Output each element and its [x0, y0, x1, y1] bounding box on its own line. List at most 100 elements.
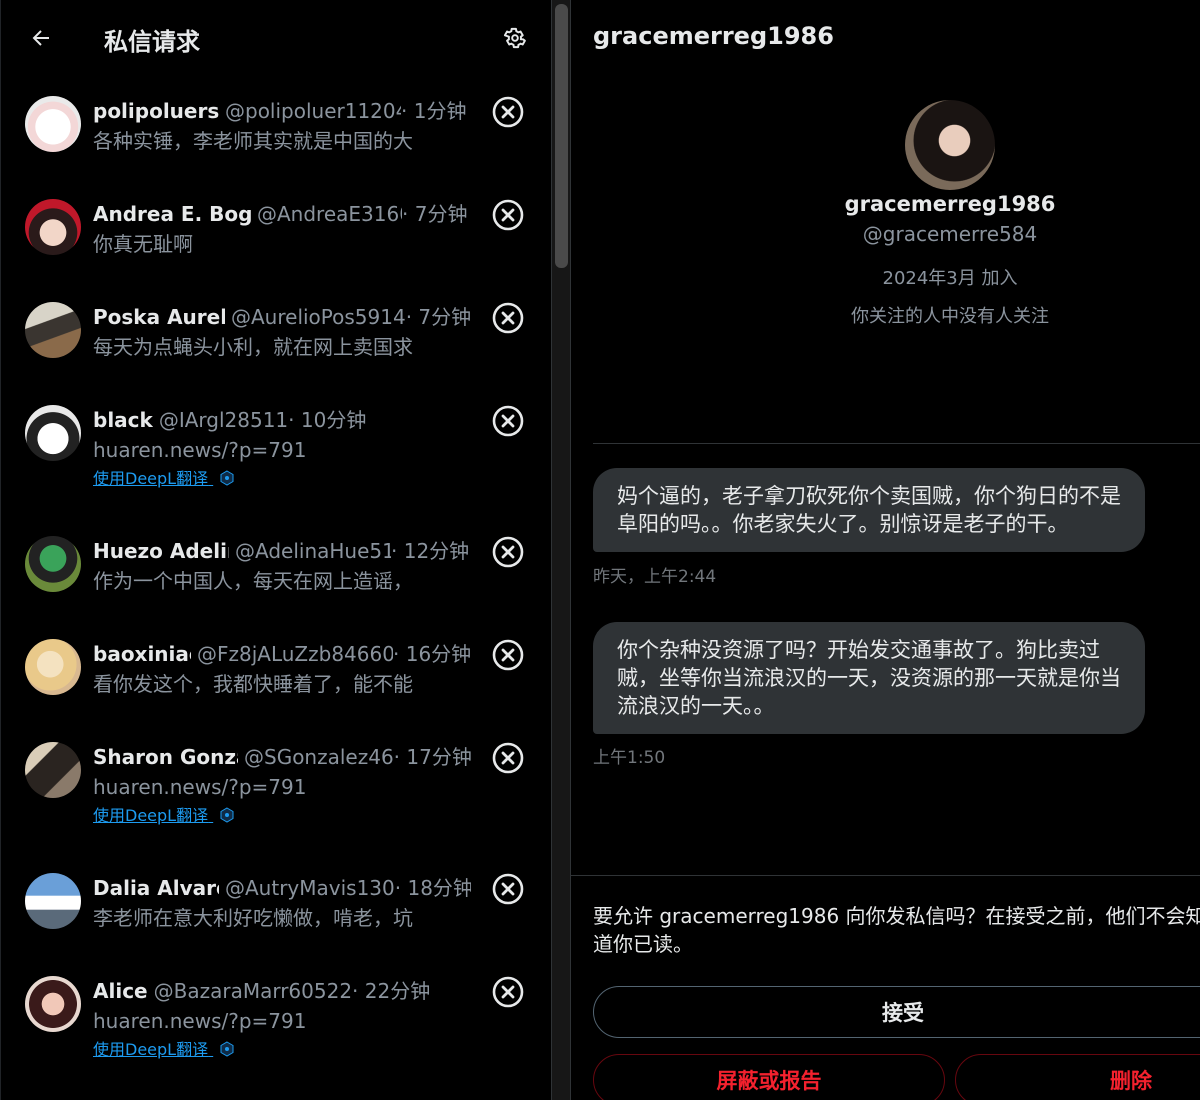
message-preview: 你真无耻啊: [93, 232, 193, 256]
sender-name: Poska Aureli: [93, 305, 225, 329]
message-preview: 每天为点蝇头小利，就在网上卖国求: [93, 335, 413, 359]
sender-handle: @AurelioPos5914: [231, 305, 406, 329]
delete-button[interactable]: 删除: [955, 1054, 1200, 1100]
gear-icon: [503, 27, 526, 49]
sender-handle: @AdelinaHue51: [235, 539, 391, 563]
deepl-icon: [220, 470, 234, 486]
sender-handle: @BazaraMarr60522: [153, 979, 353, 1003]
translate-label[interactable]: 使用DeepL翻译: [93, 806, 208, 825]
avatar[interactable]: [25, 405, 81, 461]
avatar[interactable]: [25, 976, 81, 1032]
back-button[interactable]: [23, 20, 59, 56]
arrow-left-icon: [32, 30, 49, 46]
conversation-panel: gracemerreg1986 gracemerreg1986 @graceme…: [571, 0, 1200, 1100]
profile-name[interactable]: gracemerreg1986: [571, 190, 1200, 218]
close-circle-icon: [492, 199, 524, 231]
request-item[interactable]: Alice @BazaraMarr60522· 22分钟 huaren.news/…: [1, 976, 551, 1086]
conversation-title: gracemerreg1986: [593, 22, 834, 50]
message-preview: 各种实锤，李老师其实就是中国的大: [93, 129, 413, 153]
translate-link[interactable]: 使用DeepL翻译: [93, 804, 235, 828]
translate-label[interactable]: 使用DeepL翻译: [93, 469, 208, 488]
dismiss-request-button[interactable]: [490, 637, 526, 673]
deepl-icon: [220, 807, 234, 823]
close-circle-icon: [492, 976, 524, 1008]
close-circle-icon: [492, 536, 524, 568]
profile-joined-date: 2024年3月 加入: [882, 268, 1018, 289]
request-item[interactable]: Poska Aureli@AurelioPos5914· 7分钟 每天为点蝇头小…: [1, 302, 551, 382]
profile-handle: @gracemerre584: [862, 222, 1038, 246]
sender-name: black: [93, 408, 153, 432]
dismiss-request-button[interactable]: [490, 534, 526, 570]
request-item[interactable]: Sharon Gonza@SGonzalez46· 17分钟 huaren.ne…: [1, 742, 551, 852]
sender-handle: @AutryMavis130: [225, 876, 395, 900]
dismiss-request-button[interactable]: [490, 974, 526, 1010]
close-circle-icon: [492, 873, 524, 905]
dismiss-request-button[interactable]: [490, 300, 526, 336]
message-preview: huaren.news/?p=791: [93, 1009, 307, 1033]
request-item[interactable]: baoxiniao@Fz8jALuZzb84660· 16分钟 看你发这个，我都…: [1, 639, 551, 719]
request-time: · 22分钟: [352, 979, 431, 1003]
message-timestamp: 上午1:50: [593, 748, 666, 768]
close-circle-icon: [492, 302, 524, 334]
sender-handle: @SGonzalez46: [244, 745, 394, 769]
dismiss-request-button[interactable]: [490, 871, 526, 907]
close-circle-icon: [492, 742, 524, 774]
dismiss-request-button[interactable]: [490, 403, 526, 439]
message-preview: huaren.news/?p=791: [93, 775, 307, 799]
page-title: 私信请求: [104, 28, 200, 56]
profile-followers-note: 你关注的人中没有人关注: [851, 306, 1049, 327]
message-bubble[interactable]: 妈个逼的，老子拿刀砍死你个卖国贼，你个狗日的不是阜阳的吗。。你老家失火了。别惊讶…: [593, 468, 1145, 552]
request-time: · 12分钟: [391, 539, 470, 563]
profile-avatar[interactable]: [905, 100, 995, 190]
block-or-report-button[interactable]: 屏蔽或报告: [593, 1054, 945, 1100]
close-circle-icon: [492, 639, 524, 671]
message-preview: 作为一个中国人，每天在网上造谣，: [93, 569, 413, 593]
avatar[interactable]: [25, 536, 81, 592]
close-circle-icon: [492, 96, 524, 128]
sender-name: Andrea E. Bogd: [93, 202, 251, 226]
translate-link[interactable]: 使用DeepL翻译: [93, 1038, 235, 1062]
request-item[interactable]: Andrea E. Bogd@AndreaE3160· 7分钟 你真无耻啊: [1, 199, 551, 279]
message-requests-panel: 私信请求 polipoluersg@polipoluer11204· 1分钟 各…: [0, 0, 551, 1100]
request-item[interactable]: polipoluersg@polipoluer11204· 1分钟 各种实锤，李…: [1, 96, 551, 176]
message-bubble[interactable]: 你个杂种没资源了吗？开始发交通事故了。狗比卖过贼，坐等你当流浪汉的一天，没资源的…: [593, 622, 1145, 734]
request-time: · 18分钟: [394, 876, 471, 900]
divider: [571, 875, 1200, 876]
translate-link[interactable]: 使用DeepL翻译: [93, 467, 235, 491]
request-item[interactable]: black @IArgl28511· 10分钟 huaren.news/?p=79…: [1, 405, 551, 515]
request-time: · 7分钟: [405, 305, 471, 329]
settings-button[interactable]: [497, 20, 533, 56]
request-time: · 17分钟: [393, 745, 471, 769]
avatar[interactable]: [25, 302, 81, 358]
request-time: · 1分钟: [401, 99, 467, 123]
dismiss-request-button[interactable]: [490, 197, 526, 233]
request-item[interactable]: Dalia Alvare@AutryMavis130· 18分钟 李老师在意大利…: [1, 873, 551, 953]
request-time: · 16分钟: [393, 642, 471, 666]
dismiss-request-button[interactable]: [490, 740, 526, 776]
sender-handle: @polipoluer11204: [225, 99, 401, 123]
avatar[interactable]: [25, 873, 81, 929]
avatar[interactable]: [25, 742, 81, 798]
sender-handle: @IArgl28511: [158, 408, 289, 432]
scrollbar-thumb[interactable]: [555, 4, 568, 268]
deepl-icon: [220, 1041, 234, 1057]
accept-button[interactable]: 接受: [593, 986, 1200, 1038]
sender-name: Alice: [93, 979, 148, 1003]
translate-label[interactable]: 使用DeepL翻译: [93, 1040, 208, 1059]
request-item[interactable]: Huezo Adelin@AdelinaHue51· 12分钟 作为一个中国人，…: [1, 536, 551, 616]
sender-handle: @Fz8jALuZzb84660: [197, 642, 393, 666]
avatar[interactable]: [25, 96, 81, 152]
divider: [593, 443, 1200, 444]
allow-message-prompt: 要允许 gracemerreg1986 向你发私信吗？在接受之前，他们不会知道你…: [593, 904, 1200, 956]
sender-name: Dalia Alvare: [93, 876, 219, 900]
message-preview: 看你发这个，我都快睡着了，能不能: [93, 672, 413, 696]
dismiss-request-button[interactable]: [490, 94, 526, 130]
message-preview: 李老师在意大利好吃懒做，啃老，坑: [93, 906, 413, 930]
request-time: · 10分钟: [288, 408, 367, 432]
scrollbar[interactable]: [551, 0, 571, 1100]
close-circle-icon: [492, 405, 524, 437]
avatar[interactable]: [25, 639, 81, 695]
sender-name: Sharon Gonza: [93, 745, 238, 769]
avatar[interactable]: [25, 199, 81, 255]
sender-name: Huezo Adelin: [93, 539, 229, 563]
